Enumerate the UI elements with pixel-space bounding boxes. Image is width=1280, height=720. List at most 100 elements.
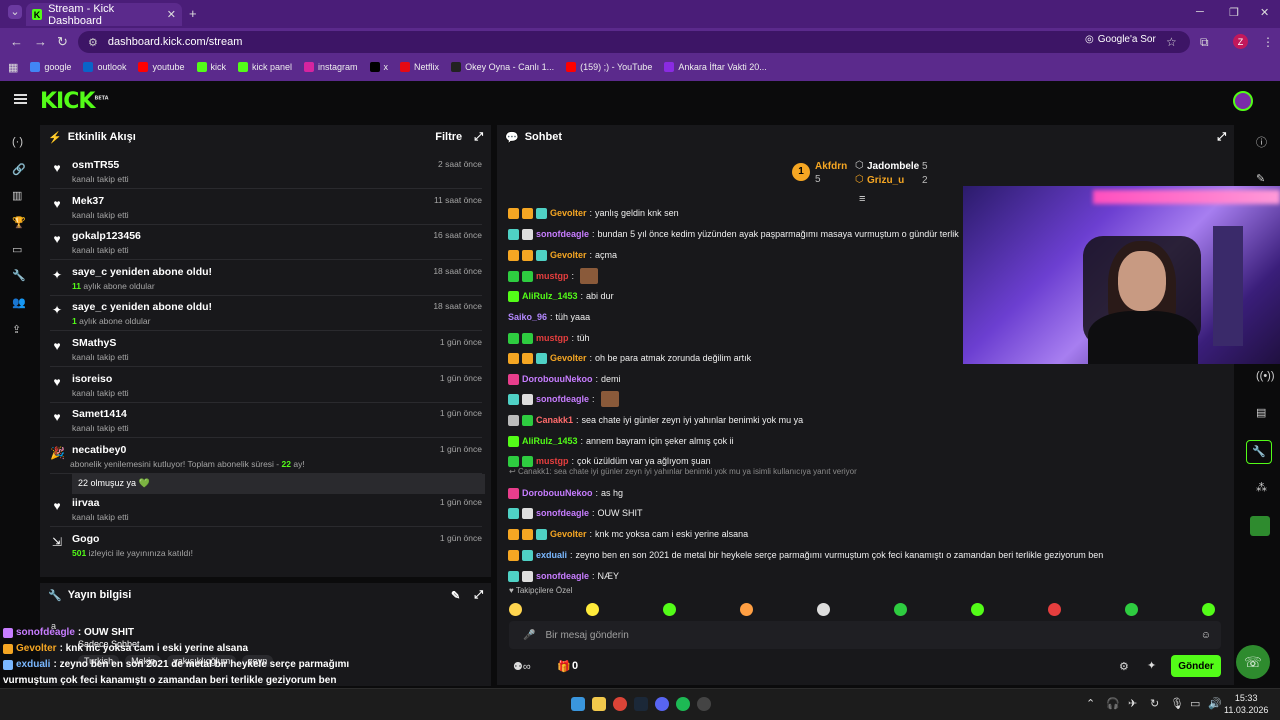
event-name[interactable]: saye_c yeniden abone oldu!	[72, 266, 212, 278]
headset-icon[interactable]: 🎧	[1106, 697, 1120, 710]
video-icon[interactable]: ▭	[12, 243, 22, 256]
extensions-icon[interactable]: ⧉	[1200, 35, 1209, 50]
link-icon[interactable]: 🔗	[12, 163, 26, 176]
volume-icon[interactable]: 🔊	[1208, 697, 1222, 710]
chat-username[interactable]: AliRulz_1453	[522, 291, 578, 301]
chat-message[interactable]: mustgp: tüh	[508, 330, 590, 346]
event-name[interactable]: isoreiso	[72, 373, 112, 385]
event-name[interactable]: osmTR55	[72, 159, 119, 171]
chat-username[interactable]: sonofdeagle	[536, 571, 589, 581]
tools-icon[interactable]: 🔧	[1246, 440, 1272, 464]
bookmark-star-icon[interactable]: ☆	[1166, 35, 1177, 49]
chat-username[interactable]: Gevolter	[550, 353, 587, 363]
event-name[interactable]: gokalp123456	[72, 230, 141, 242]
menu-icon[interactable]	[14, 94, 27, 104]
bookmark-item[interactable]: kick panel	[238, 62, 292, 72]
chat-username[interactable]: Gevolter	[550, 208, 587, 218]
support-icon[interactable]: ☏	[1236, 645, 1270, 679]
chat-username[interactable]: Canakk1	[536, 415, 573, 425]
wrench-icon[interactable]: 🔧	[12, 269, 26, 282]
chat-message[interactable]: sonofdeagle:	[508, 391, 619, 407]
emote-button[interactable]	[971, 603, 984, 616]
emote-button[interactable]	[740, 603, 753, 616]
system-clock[interactable]: 15:33 11.03.2026	[1224, 692, 1268, 716]
chat-message[interactable]: sonofdeagle: bundan 5 yıl önce kedim yüzü…	[508, 226, 959, 242]
maximize-icon[interactable]: ❐	[1229, 6, 1239, 19]
bookmark-item[interactable]: Okey Oyna - Canlı 1...	[451, 62, 554, 72]
chat-username[interactable]: DorobouuNekoo	[522, 488, 593, 498]
mic-tray-icon[interactable]: 🎙	[1170, 697, 1184, 710]
chat-username[interactable]: mustgp	[536, 456, 569, 466]
chat-input[interactable]: 🎤 Bir mesaj gönderin ☺	[509, 621, 1221, 649]
chat-username[interactable]: mustgp	[536, 271, 569, 281]
chat-username[interactable]: Gevolter	[550, 250, 587, 260]
emote-button[interactable]	[663, 603, 676, 616]
chat-settings-icon[interactable]: ⚙	[1119, 660, 1129, 673]
new-tab-icon[interactable]: +	[189, 6, 197, 21]
google-ask-button[interactable]: ◎ Google'a Sor	[1085, 34, 1156, 45]
event-name[interactable]: SMathyS	[72, 337, 116, 349]
tray-chevron-icon[interactable]: ⌃	[1086, 697, 1095, 710]
emote-button[interactable]	[509, 603, 522, 616]
points-icon[interactable]: ⚉∞	[513, 660, 531, 673]
chat-message[interactable]: AliRulz_1453: annem bayram için şeker alm…	[508, 433, 734, 449]
menu-dots-icon[interactable]: ⋮	[1262, 35, 1274, 49]
chat-username[interactable]: sonofdeagle	[536, 229, 589, 239]
chat-message[interactable]: DorobouuNekoo: demi	[508, 371, 621, 387]
chat-message[interactable]: Gevolter: yanlış geldin knk sen	[508, 205, 679, 221]
emote-button[interactable]	[894, 603, 907, 616]
event-name[interactable]: Mek37	[72, 195, 104, 207]
chat-message[interactable]: sonofdeagle: OUW SHIT	[508, 505, 643, 521]
broadcast-icon[interactable]: ((•))	[1256, 370, 1275, 382]
popout-icon[interactable]: ⤢	[474, 131, 483, 144]
emote-button[interactable]	[586, 603, 599, 616]
tray-app-icon[interactable]: ✈	[1128, 697, 1137, 710]
emote-button[interactable]	[1202, 603, 1215, 616]
event-name[interactable]: saye_c yeniden abone oldu!	[72, 301, 212, 313]
bookmark-item[interactable]: instagram	[304, 62, 358, 72]
chat-popout-icon[interactable]: ⤢	[1217, 131, 1226, 144]
steam-icon[interactable]	[634, 697, 648, 711]
chat-message[interactable]: DorobouuNekoo: as hg	[508, 485, 623, 501]
info-popout-icon[interactable]: ⤢	[474, 589, 483, 602]
chat-username[interactable]: DorobouuNekoo	[522, 374, 593, 384]
site-info-icon[interactable]: ⚙	[88, 36, 98, 49]
chat-username[interactable]: sonofdeagle	[536, 394, 589, 404]
send-button[interactable]: Gönder	[1171, 655, 1221, 677]
pin-toggle-icon[interactable]: ≡	[859, 193, 865, 205]
chat-username[interactable]: Gevolter	[550, 529, 587, 539]
reload-icon[interactable]: ↻	[57, 34, 68, 50]
obs-icon[interactable]	[697, 697, 711, 711]
profile-avatar[interactable]: Z	[1233, 34, 1248, 49]
chat-message[interactable]: Saiko_96: tüh yaaa	[508, 309, 590, 325]
bookmark-item[interactable]: Ankara İftar Vakti 20...	[664, 62, 767, 72]
close-tab-icon[interactable]: ✕	[167, 8, 176, 21]
event-name[interactable]: necatibey0	[72, 444, 126, 456]
game-icon[interactable]	[1250, 516, 1270, 536]
bookmark-item[interactable]: kick	[196, 62, 226, 72]
address-bar[interactable]: ⚙ dashboard.kick.com/stream	[78, 31, 1190, 53]
tab-search-icon[interactable]: ⌄	[8, 5, 22, 19]
kick-logo[interactable]: KICKBETA	[40, 89, 109, 114]
edit-info-icon[interactable]: ✎	[451, 589, 460, 602]
chat-username[interactable]: exduali	[536, 550, 567, 560]
event-name[interactable]: Gogo	[72, 533, 99, 545]
emote-button[interactable]	[1048, 603, 1061, 616]
spotify-icon[interactable]	[676, 697, 690, 711]
minimize-icon[interactable]: ─	[1196, 6, 1204, 18]
mic-icon[interactable]: 🎤	[523, 630, 535, 641]
gift-icon[interactable]: 🎁	[557, 660, 571, 673]
chat-username[interactable]: Saiko_96	[508, 312, 547, 322]
chat-message[interactable]: Canakk1: sea chate iyi günler zeyn iyi ya…	[508, 412, 803, 428]
discord-icon[interactable]	[655, 697, 669, 711]
emote-button[interactable]	[1125, 603, 1138, 616]
emoji-icon[interactable]: ☺	[1201, 630, 1211, 641]
layout-icon[interactable]: ▤	[1256, 406, 1266, 419]
bookmark-item[interactable]: youtube	[138, 62, 185, 72]
chart-icon[interactable]: ▥	[12, 189, 22, 202]
chat-username[interactable]: AliRulz_1453	[522, 436, 578, 446]
tab-kick-dashboard[interactable]: K Stream - Kick Dashboard ✕	[26, 3, 182, 27]
event-name[interactable]: iirvaa	[72, 497, 99, 509]
chat-users-icon[interactable]: ✦	[1147, 659, 1156, 672]
chat-message[interactable]: Gevolter: knk mc yoksa cam i eski yerine …	[508, 526, 748, 542]
